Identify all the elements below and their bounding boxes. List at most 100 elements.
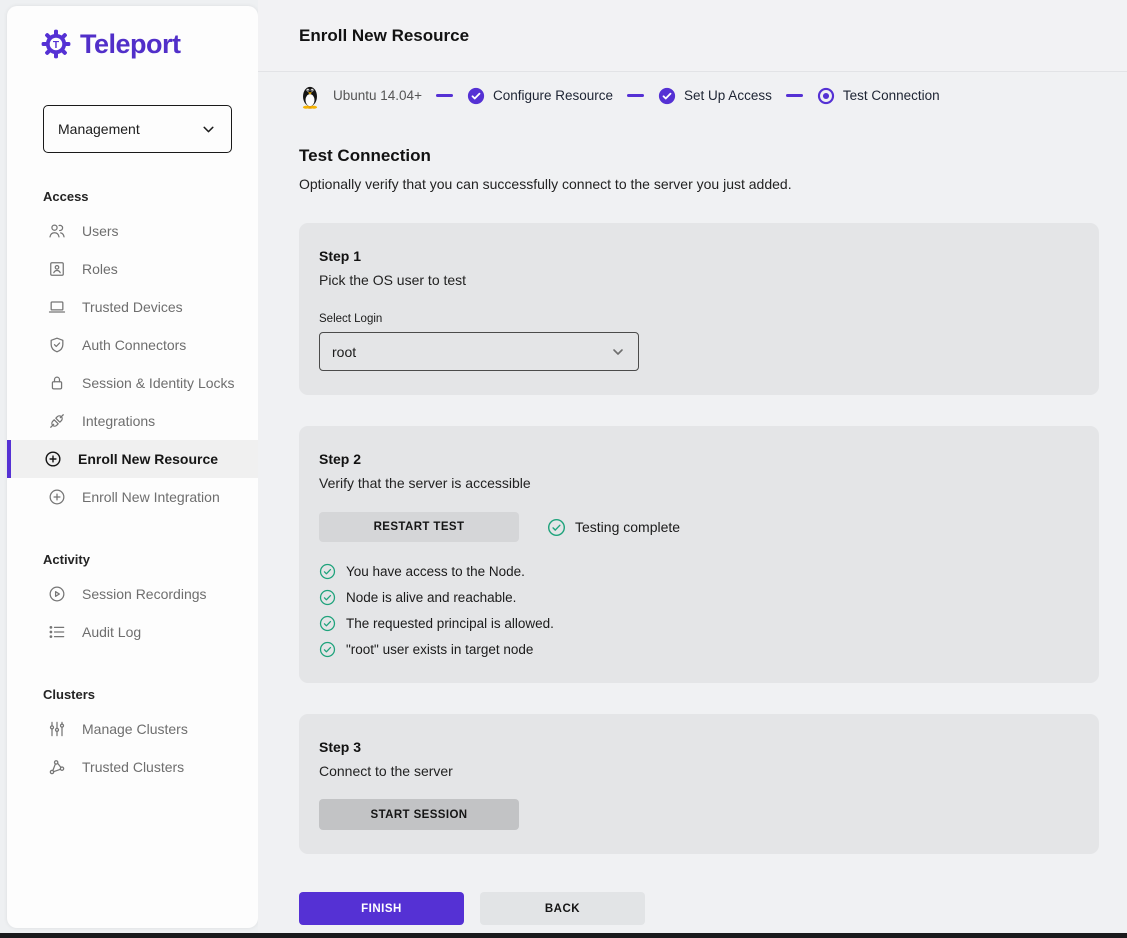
brand-name: Teleport — [80, 29, 181, 60]
panel-title: Test Connection — [299, 146, 1127, 166]
start-session-button[interactable]: START SESSION — [319, 799, 519, 830]
check-circle-outline-icon — [319, 589, 336, 606]
sidebar-item-label: Session & Identity Locks — [82, 375, 235, 391]
sidebar-item-audit-log[interactable]: Audit Log — [7, 613, 258, 651]
panel-subtitle: Optionally verify that you can successfu… — [299, 176, 1127, 192]
plus-circle-icon — [47, 487, 67, 507]
teleport-logo: T Teleport — [7, 6, 258, 60]
step2-description: Verify that the server is accessible — [319, 475, 1079, 491]
check-item-label: You have access to the Node. — [346, 564, 525, 579]
sidebar: T Teleport Management Access Users Roles… — [7, 6, 258, 928]
step-label: Set Up Access — [684, 88, 772, 103]
check-item-label: "root" user exists in target node — [346, 642, 533, 657]
check-item-label: The requested principal is allowed. — [346, 616, 554, 631]
sidebar-item-manage-clusters[interactable]: Manage Clusters — [7, 710, 258, 748]
svg-text:T: T — [53, 40, 60, 51]
stepper-step-set-up-access: Set Up Access — [658, 87, 772, 105]
stepper-connector — [627, 94, 644, 96]
sidebar-item-label: Trusted Devices — [82, 299, 183, 315]
step2-title: Step 2 — [319, 451, 1079, 467]
id-card-icon — [47, 259, 67, 279]
stepper-step-test-connection: Test Connection — [817, 87, 940, 105]
sidebar-item-trusted-clusters[interactable]: Trusted Clusters — [7, 748, 258, 786]
workspace-selector-value: Management — [58, 121, 140, 137]
sidebar-item-label: Trusted Clusters — [82, 759, 184, 775]
check-item: Node is alive and reachable. — [319, 588, 1079, 607]
plug-icon — [47, 411, 67, 431]
sidebar-item-label: Users — [82, 223, 119, 239]
restart-test-button[interactable]: RESTART TEST — [319, 512, 519, 542]
check-item-label: Node is alive and reachable. — [346, 590, 516, 605]
sidebar-item-roles[interactable]: Roles — [7, 250, 258, 288]
test-checklist: You have access to the Node. Node is ali… — [319, 562, 1079, 659]
login-select[interactable]: root — [319, 332, 639, 371]
sidebar-item-label: Roles — [82, 261, 118, 277]
sidebar-item-integrations[interactable]: Integrations — [7, 402, 258, 440]
stepper-step-configure-resource: Configure Resource — [467, 87, 613, 105]
sidebar-item-trusted-devices[interactable]: Trusted Devices — [7, 288, 258, 326]
stepper-resource-label: Ubuntu 14.04+ — [333, 88, 422, 103]
section-title: Access — [7, 181, 258, 212]
stepper-connector — [786, 94, 803, 96]
sidebar-section-clusters: Clusters Manage Clusters Trusted Cluster… — [7, 679, 258, 786]
check-item: "root" user exists in target node — [319, 640, 1079, 659]
sidebar-item-auth-connectors[interactable]: Auth Connectors — [7, 326, 258, 364]
check-circle-icon — [658, 87, 676, 105]
sidebar-item-label: Manage Clusters — [82, 721, 188, 737]
sidebar-item-enroll-new-integration[interactable]: Enroll New Integration — [7, 478, 258, 516]
plus-circle-icon — [43, 449, 63, 469]
back-button[interactable]: BACK — [480, 892, 645, 925]
play-circle-icon — [47, 584, 67, 604]
list-icon — [47, 622, 67, 642]
sidebar-item-session-recordings[interactable]: Session Recordings — [7, 575, 258, 613]
check-circle-outline-icon — [319, 615, 336, 632]
testing-status-label: Testing complete — [575, 519, 680, 535]
step3-title: Step 3 — [319, 739, 1079, 755]
main-area: Enroll New Resource Ubuntu 14.04+ Config… — [258, 0, 1127, 933]
window-bottom-edge — [0, 933, 1127, 938]
check-circle-outline-icon — [547, 518, 566, 537]
finish-button[interactable]: FINISH — [299, 892, 464, 925]
step1-card: Step 1 Pick the OS user to test Select L… — [299, 223, 1099, 395]
sidebar-item-label: Auth Connectors — [82, 337, 186, 353]
section-title: Activity — [7, 544, 258, 575]
bullseye-icon — [817, 87, 835, 105]
check-circle-outline-icon — [319, 563, 336, 580]
page-title: Enroll New Resource — [299, 26, 469, 46]
login-select-value: root — [332, 344, 356, 360]
check-item: The requested principal is allowed. — [319, 614, 1079, 633]
sidebar-item-label: Integrations — [82, 413, 155, 429]
check-circle-icon — [467, 87, 485, 105]
testing-status: Testing complete — [547, 518, 680, 537]
sidebar-item-users[interactable]: Users — [7, 212, 258, 250]
step3-description: Connect to the server — [319, 763, 1079, 779]
sliders-icon — [47, 719, 67, 739]
step2-card: Step 2 Verify that the server is accessi… — [299, 426, 1099, 683]
shield-check-icon — [47, 335, 67, 355]
sidebar-item-label: Enroll New Integration — [82, 489, 220, 505]
sidebar-section-access: Access Users Roles Trusted Devices Auth … — [7, 181, 258, 516]
step-label: Test Connection — [843, 88, 940, 103]
sidebar-item-enroll-new-resource[interactable]: Enroll New Resource — [7, 440, 258, 478]
sidebar-item-session-identity-locks[interactable]: Session & Identity Locks — [7, 364, 258, 402]
check-item: You have access to the Node. — [319, 562, 1079, 581]
test-connection-panel: Test Connection Optionally verify that y… — [258, 119, 1127, 925]
chevron-down-icon — [200, 121, 217, 138]
page-header: Enroll New Resource — [258, 0, 1127, 72]
users-icon — [47, 221, 67, 241]
lock-icon — [47, 373, 67, 393]
section-title: Clusters — [7, 679, 258, 710]
workspace-selector[interactable]: Management — [43, 105, 232, 153]
select-login-label: Select Login — [319, 313, 1079, 325]
step-label: Configure Resource — [493, 88, 613, 103]
sidebar-item-label: Audit Log — [82, 624, 141, 640]
teleport-gear-icon: T — [40, 28, 72, 60]
sidebar-item-label: Enroll New Resource — [78, 451, 218, 467]
sidebar-item-label: Session Recordings — [82, 586, 207, 602]
stepper-connector — [436, 94, 453, 96]
linux-penguin-icon — [299, 83, 321, 109]
network-icon — [47, 757, 67, 777]
enroll-stepper: Ubuntu 14.04+ Configure Resource Set Up … — [258, 72, 1127, 119]
step1-description: Pick the OS user to test — [319, 272, 1079, 288]
sidebar-section-activity: Activity Session Recordings Audit Log — [7, 544, 258, 651]
